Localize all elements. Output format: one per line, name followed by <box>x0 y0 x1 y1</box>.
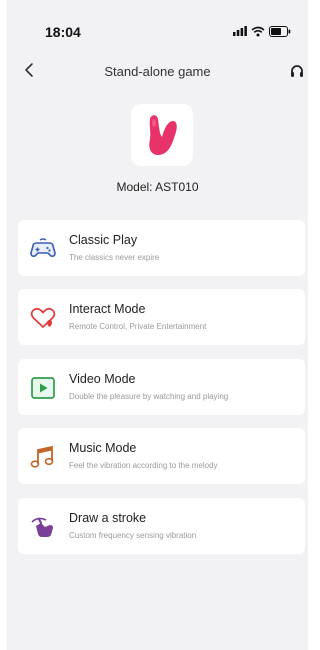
card-title: Draw a stroke <box>69 511 147 525</box>
nav-bar: Stand-alone game <box>7 52 308 90</box>
heart-icon <box>30 307 56 329</box>
music-note-icon <box>30 445 54 468</box>
card-icon-wrap <box>28 235 58 263</box>
card-subtitle: The classics never expire <box>69 253 160 262</box>
status-bar: 18:04 <box>7 0 308 52</box>
card-title: Classic Play <box>69 233 138 247</box>
wifi-icon <box>251 26 265 36</box>
headset-icon <box>291 65 303 77</box>
gamepad-icon <box>30 238 56 257</box>
music-mode-card[interactable]: Music Mode Feel the vibration according … <box>18 428 305 484</box>
card-title: Video Mode <box>69 372 136 386</box>
card-subtitle: Feel the vibration according to the melo… <box>69 461 218 470</box>
classic-play-card[interactable]: Classic Play The classics never expire <box>18 220 305 276</box>
app-screen: 18:04 Stand-alone game Model: AST010 Cla… <box>7 0 308 650</box>
video-mode-card[interactable]: Video Mode Double the pleasure by watchi… <box>18 359 305 415</box>
page-title: Stand-alone game <box>104 64 211 79</box>
status-time: 18:04 <box>45 24 81 40</box>
play-icon <box>31 377 55 399</box>
card-icon-wrap <box>28 304 58 332</box>
model-label: Model: AST010 <box>116 180 199 194</box>
card-subtitle: Remote Control, Private Entertainment <box>69 322 207 331</box>
card-title: Interact Mode <box>69 302 146 316</box>
status-icons <box>233 24 291 38</box>
card-icon-wrap <box>28 374 58 402</box>
device-image <box>131 104 193 166</box>
interact-mode-card[interactable]: Interact Mode Remote Control, Private En… <box>18 289 305 345</box>
draw-hand-icon <box>31 517 53 537</box>
card-subtitle: Double the pleasure by watching and play… <box>69 392 229 401</box>
draw-stroke-card[interactable]: Draw a stroke Custom frequency sensing v… <box>18 498 305 554</box>
card-subtitle: Custom frequency sensing vibration <box>69 531 197 540</box>
device-product-image <box>149 115 177 155</box>
card-title: Music Mode <box>69 441 137 455</box>
support-button[interactable] <box>287 61 307 81</box>
card-icon-wrap <box>28 443 58 471</box>
signal-icon <box>233 26 247 36</box>
card-icon-wrap <box>28 513 58 541</box>
battery-icon <box>269 25 291 37</box>
